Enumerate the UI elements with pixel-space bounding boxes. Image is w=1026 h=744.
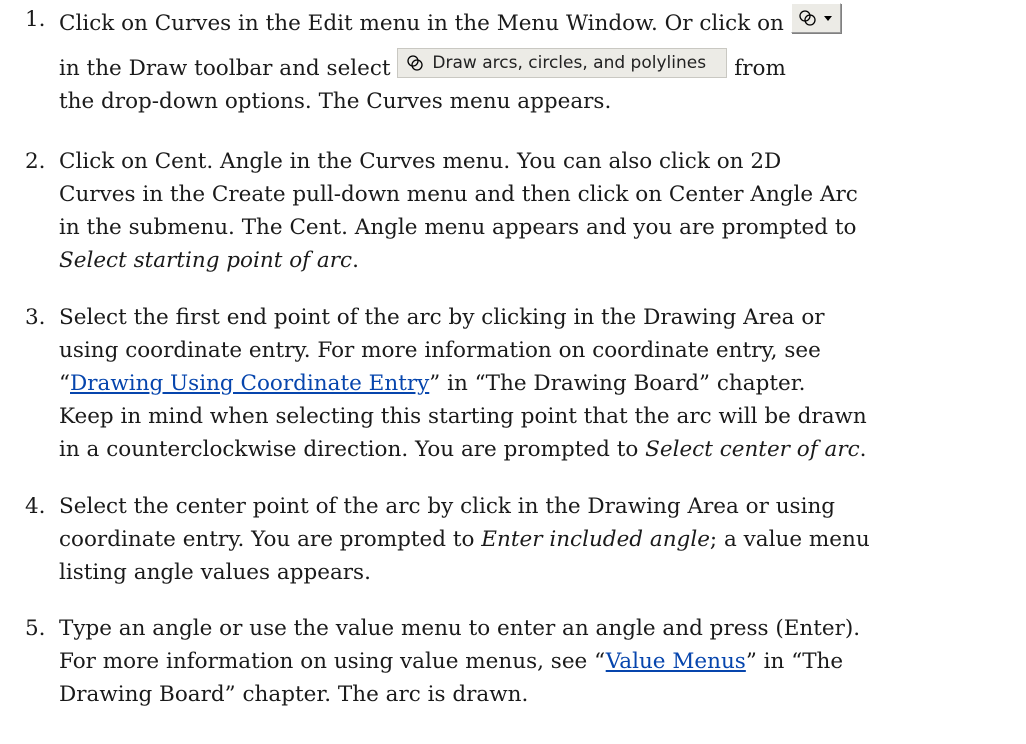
curves-icon [407,55,424,71]
prompt-text: Select center of arc [645,437,860,462]
step-1-line-3: the drop-down options. The Curves menu a… [59,89,612,114]
prompt-text: Select starting point of arc [59,248,353,273]
step-text: Select the center point of the arc by cl… [59,490,1009,589]
step-text: Click on Curves in the Edit menu in the … [59,3,1009,118]
step-2-line-1: Click on Cent. Angle in the Curves menu.… [59,149,782,174]
chevron-down-icon [823,16,832,21]
step-3-line-2: using coordinate entry. For more informa… [59,338,821,363]
draw-arcs-option[interactable]: Draw arcs, circles, and polylines [397,48,728,78]
step-number: 1. [25,7,46,32]
step-text: Click on Cent. Angle in the Curves menu.… [59,145,1009,277]
curves-icon [799,10,816,26]
step-number: 4. [25,494,46,519]
step-1-line-2b: from [734,56,786,81]
step-number: 5. [25,616,46,641]
value-menus-link[interactable]: Value Menus [606,649,746,674]
step-2-line-2: Curves in the Create pull-down menu and … [59,182,858,207]
step-1-line-1: Click on Curves in the Edit menu in the … [59,11,784,36]
step-1-line-2a: in the Draw toolbar and select [59,56,391,81]
step-text: Type an angle or use the value menu to e… [59,612,1009,711]
step-5-line-1: Type an angle or use the value menu to e… [59,616,861,641]
step-4-line-1: Select the center point of the arc by cl… [59,494,836,519]
step-text: Select the first end point of the arc by… [59,301,1009,466]
step-3-line-1: Select the first end point of the arc by… [59,305,825,330]
step-2-line-3: in the submenu. The Cent. Angle menu app… [59,215,857,240]
step-number: 2. [25,149,46,174]
curves-toolbar-button[interactable] [790,3,841,33]
step-5-line-3: Drawing Board” chapter. The arc is drawn… [59,682,529,707]
drawing-using-coordinate-entry-link[interactable]: Drawing Using Coordinate Entry [70,371,429,396]
prompt-text: Enter included angle [481,527,710,552]
step-3-line-4: Keep in mind when selecting this startin… [59,404,867,429]
draw-arcs-option-label: Draw arcs, circles, and polylines [432,53,707,73]
step-number: 3. [25,305,46,330]
step-4-line-3: listing angle values appears. [59,560,371,585]
